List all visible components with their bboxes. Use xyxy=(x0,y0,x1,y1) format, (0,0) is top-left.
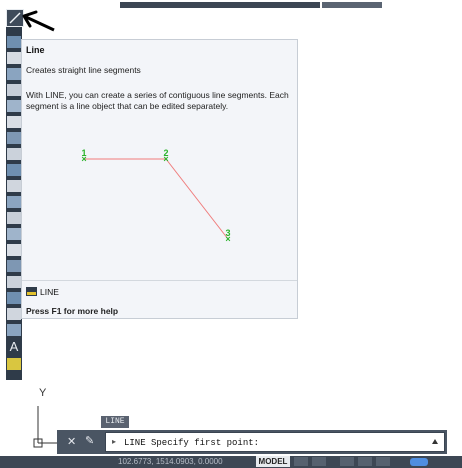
revcloud-icon[interactable] xyxy=(7,116,21,128)
arc-icon[interactable] xyxy=(7,84,21,96)
boundary-icon[interactable] xyxy=(7,292,21,304)
make-block-icon[interactable] xyxy=(7,196,21,208)
polygon-icon[interactable] xyxy=(7,52,21,64)
add-selected-icon[interactable] xyxy=(7,358,21,370)
polar-tracking-button[interactable] xyxy=(358,457,372,466)
command-prompt-text: LINE Specify first point: xyxy=(124,438,260,448)
tooltip-command-name: LINE xyxy=(40,287,59,297)
command-line-icon xyxy=(26,287,37,296)
hatch-icon[interactable] xyxy=(7,228,21,240)
ellipse-icon[interactable] xyxy=(7,148,21,160)
ribbon-strip xyxy=(120,2,320,8)
grid-icon[interactable] xyxy=(7,324,21,336)
mtext-icon[interactable]: A xyxy=(7,340,21,354)
point-2-marker: × xyxy=(163,154,168,164)
arrow-annotation-icon xyxy=(22,10,55,32)
gradient-icon[interactable] xyxy=(7,244,21,256)
point-icon[interactable] xyxy=(7,212,21,224)
ribbon-strip-right xyxy=(322,2,382,8)
polyline-icon[interactable] xyxy=(7,36,21,48)
line-tooltip: Line Creates straight line segments With… xyxy=(21,39,298,319)
circle-icon[interactable] xyxy=(7,100,21,112)
model-space-button[interactable]: MODEL xyxy=(256,456,290,467)
snap-mode-button[interactable] xyxy=(312,457,326,466)
tooltip-help-text: Press F1 for more help xyxy=(26,306,119,316)
point-3-marker: × xyxy=(225,234,230,244)
status-bar: 102.6773, 1514.0903, 0.0000 MODEL xyxy=(0,456,462,468)
tooltip-title: Line xyxy=(26,45,45,55)
prompt-icon: ▸ xyxy=(112,437,117,446)
command-line-bar: ✕ ✎ ▸ LINE Specify first point: xyxy=(57,430,447,454)
tooltip-short-description: Creates straight line segments xyxy=(26,65,141,75)
ortho-mode-button[interactable] xyxy=(340,457,354,466)
grid-display-button[interactable] xyxy=(294,457,308,466)
draw-toolbar: A xyxy=(6,10,22,380)
rectangle-icon[interactable] xyxy=(7,68,21,80)
history-up-icon[interactable] xyxy=(432,439,438,444)
point-1-marker: × xyxy=(81,154,86,164)
line-illustration: 1 × 2 × 3 × xyxy=(81,148,230,244)
spline-icon[interactable] xyxy=(7,132,21,144)
object-snap-button[interactable] xyxy=(376,457,390,466)
command-history-tag: LINE xyxy=(101,416,129,428)
ucs-y-label: Y xyxy=(39,387,47,399)
coordinates-readout: 102.6773, 1514.0903, 0.0000 xyxy=(118,457,223,466)
tooltip-divider xyxy=(22,280,297,281)
close-icon[interactable]: ✕ xyxy=(67,435,76,448)
command-input[interactable]: ▸ LINE Specify first point: xyxy=(105,432,445,452)
title-bar xyxy=(0,0,462,14)
customize-icon[interactable]: ✎ xyxy=(85,434,94,447)
region-icon[interactable] xyxy=(7,260,21,272)
workspace-indicator[interactable] xyxy=(410,458,428,466)
wipeout-icon[interactable] xyxy=(7,308,21,320)
table-icon[interactable] xyxy=(7,276,21,288)
ellipse-arc-icon[interactable] xyxy=(7,164,21,176)
insert-block-icon[interactable] xyxy=(7,180,21,192)
tooltip-long-description: With LINE, you can create a series of co… xyxy=(26,90,289,111)
